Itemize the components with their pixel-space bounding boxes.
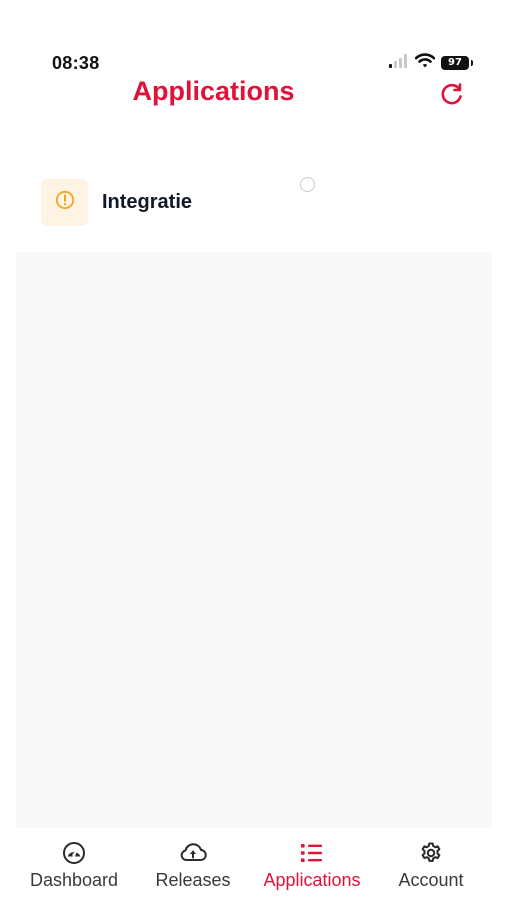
tab-dashboard[interactable]: Dashboard: [14, 828, 134, 900]
tab-account[interactable]: Account: [371, 828, 491, 900]
application-row[interactable]: Integratie: [16, 168, 492, 240]
content-area: [16, 252, 492, 828]
battery-icon: 97: [441, 56, 473, 70]
refresh-button[interactable]: [436, 80, 468, 112]
status-icons: 97: [389, 53, 473, 73]
page-title: Applications: [132, 76, 295, 106]
tab-label-account: Account: [398, 870, 464, 890]
gauge-icon: [62, 840, 86, 866]
tab-releases[interactable]: Releases: [133, 828, 253, 900]
tab-applications[interactable]: Applications: [252, 828, 372, 900]
tab-label-releases: Releases: [155, 870, 231, 890]
battery-level: 97: [448, 57, 462, 68]
application-status-badge: [41, 179, 88, 226]
cloud-upload-icon: [178, 840, 208, 866]
signal-icon: [389, 53, 409, 73]
loading-indicator: [300, 177, 315, 192]
warning-circle-icon: [55, 190, 75, 215]
refresh-icon: [439, 81, 465, 112]
gear-icon: [419, 840, 443, 866]
wifi-icon: [414, 53, 436, 73]
application-name: Integratie: [102, 191, 193, 213]
tab-bar: Dashboard Releases Applications Account: [0, 828, 507, 900]
tab-label-dashboard: Dashboard: [29, 870, 119, 890]
tab-label-applications: Applications: [263, 870, 361, 890]
list-icon: [300, 840, 324, 866]
status-time: 08:38: [52, 53, 100, 73]
status-bar: 08:38 97: [0, 0, 507, 80]
